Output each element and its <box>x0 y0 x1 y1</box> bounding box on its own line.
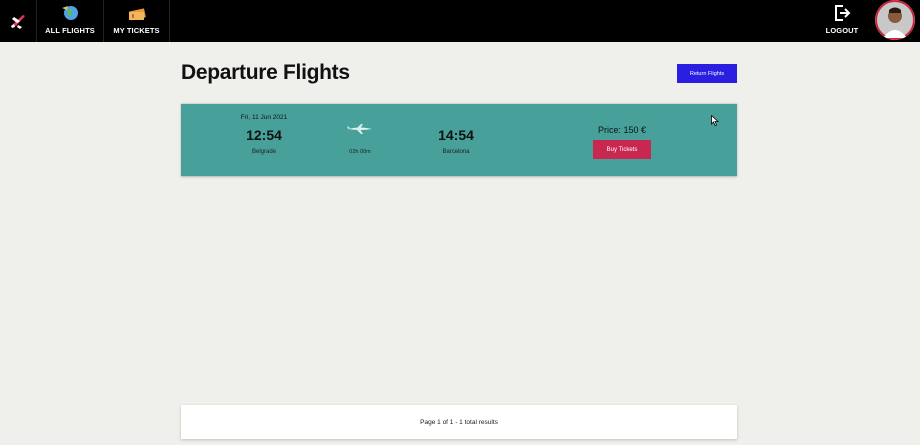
nav-all-flights[interactable]: ALL FLIGHTS <box>36 0 104 42</box>
airplane-icon <box>347 124 372 134</box>
mouse-cursor-icon <box>711 115 719 126</box>
plane-logo-icon <box>11 15 25 29</box>
brand-logo[interactable] <box>0 0 36 42</box>
arrival-time: 14:54 <box>438 127 474 143</box>
nav-logout[interactable]: LOGOUT <box>815 0 869 42</box>
globe-icon <box>59 3 81 23</box>
return-flights-button[interactable]: Return Flights <box>677 64 737 83</box>
tickets-icon <box>126 3 148 23</box>
nav-logout-label: LOGOUT <box>825 26 859 35</box>
pagination-text: Page 1 of 1 - 1 total results <box>420 418 498 426</box>
nav-all-flights-label: ALL FLIGHTS <box>45 26 95 35</box>
flight-duration: 02h 00m <box>349 149 371 155</box>
logout-icon <box>831 3 853 23</box>
arrival-city: Barcelona <box>442 149 470 155</box>
flight-price: Price: 150 € <box>597 125 647 135</box>
buy-tickets-button[interactable]: Buy Tickets <box>593 140 651 159</box>
departure-city: Belgrade <box>251 149 277 155</box>
nav-my-tickets-label: MY TICKETS <box>113 26 160 35</box>
user-avatar[interactable] <box>875 0 915 40</box>
top-navbar: ALL FLIGHTS MY TICKETS LOGOUT <box>0 0 920 42</box>
departure-time: 12:54 <box>246 127 282 143</box>
pagination-bar: Page 1 of 1 - 1 total results <box>181 405 737 439</box>
page-title: Departure Flights <box>181 61 350 84</box>
flight-date: Fri, 11 Jun 2021 <box>240 114 288 121</box>
nav-my-tickets[interactable]: MY TICKETS <box>104 0 170 42</box>
